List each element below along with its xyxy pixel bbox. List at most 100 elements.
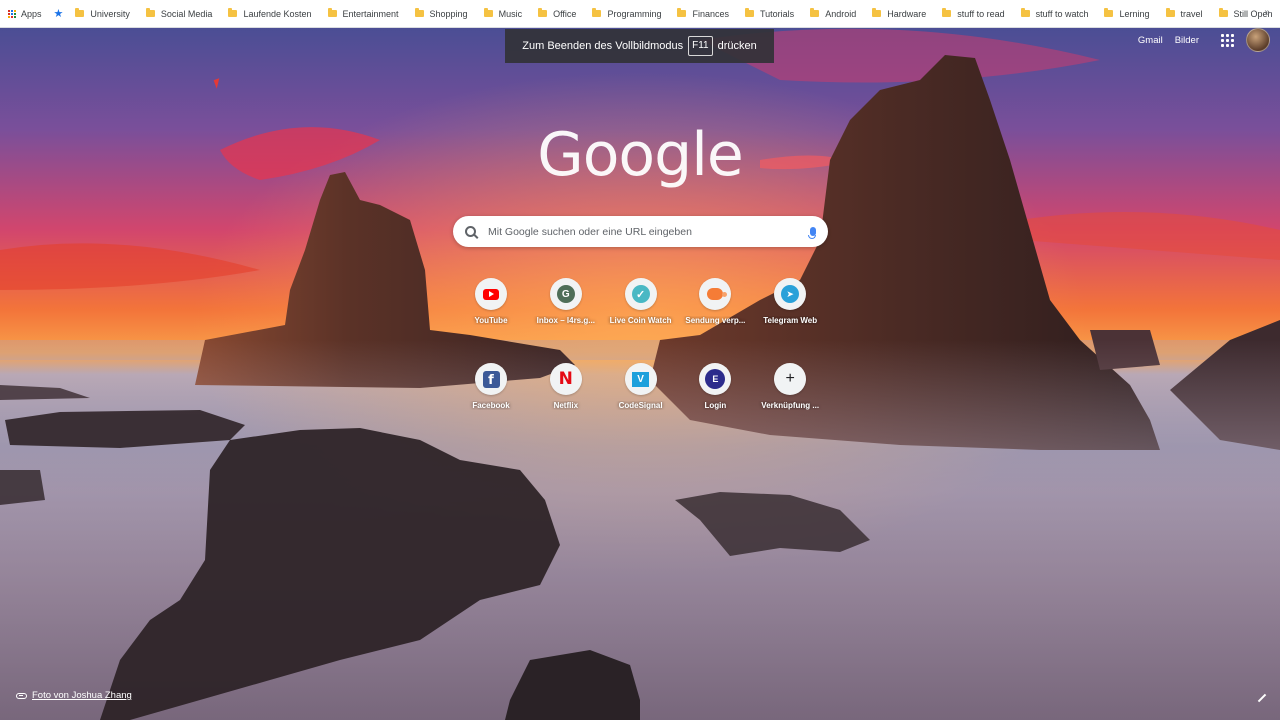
bookmark-folder[interactable]: Lerning	[1104, 0, 1150, 28]
toast-text-before: Zum Beenden des Vollbildmodus	[522, 40, 684, 52]
link-icon	[16, 692, 27, 699]
shortcut-icon-circle: V	[624, 363, 657, 395]
bookmark-folder-label: Music	[498, 8, 523, 19]
bookmark-folder-label: Android	[825, 8, 857, 19]
search-input[interactable]	[486, 224, 804, 239]
shortcut-icon-circle: G	[549, 278, 582, 310]
shortcut-tile[interactable]: V CodeSignal	[604, 357, 678, 427]
shortcut-label: Netflix	[553, 401, 579, 410]
shortcut-label: Inbox – l4rs.g...	[536, 316, 595, 325]
shortcut-label: YouTube	[474, 316, 508, 325]
folder-icon	[677, 8, 687, 17]
bookmark-folder-label: University	[90, 8, 130, 19]
telegram-icon: ➤	[781, 285, 800, 303]
folder-icon	[1165, 8, 1175, 17]
add-shortcut-icon: +	[785, 370, 795, 387]
shortcut-icon-circle	[699, 278, 732, 310]
bookmark-folder[interactable]: Programming	[592, 0, 661, 28]
bookmark-folder[interactable]: Laufende Kosten	[228, 0, 312, 28]
shortcut-tile[interactable]: Sendung verp...	[678, 272, 752, 342]
account-avatar[interactable]	[1246, 28, 1270, 52]
gmail-inbox-icon: G	[556, 285, 575, 303]
images-link[interactable]: Bilder	[1175, 35, 1199, 46]
bookmark-folder-label: stuff to read	[957, 8, 1005, 19]
shortcut-label: Live Coin Watch	[609, 316, 672, 325]
apps-grid-icon	[8, 9, 16, 18]
f11-key: F11	[688, 36, 713, 56]
star-icon[interactable]: ★	[54, 7, 64, 20]
bookmarks-bar: Apps ★ University Social Media Laufende Ko…	[0, 0, 1280, 28]
shortcut-tile[interactable]: + Verknüpfung ...	[753, 357, 827, 427]
bookmark-folder[interactable]: Tutorials	[745, 0, 794, 28]
shortcut-label: Login	[704, 401, 727, 410]
bookmark-folder[interactable]: travel	[1165, 0, 1203, 28]
shortcut-tile[interactable]: E Login	[678, 357, 752, 427]
bookmark-folder[interactable]: Finances	[677, 0, 729, 28]
shortcut-icon-circle: E	[699, 363, 732, 395]
folder-icon	[872, 8, 882, 17]
google-logo: Google	[537, 120, 744, 190]
folder-icon	[145, 8, 155, 17]
gmail-link[interactable]: Gmail	[1138, 35, 1163, 46]
facebook-icon: f	[482, 370, 500, 388]
bookmark-folder[interactable]: Android	[810, 0, 856, 28]
bookmark-folder-label: Programming	[607, 8, 662, 19]
folder-icon	[1020, 8, 1030, 17]
folder-icon	[1218, 8, 1228, 17]
shortcut-icon-circle: +	[774, 363, 807, 395]
folder-icon	[538, 8, 548, 17]
toast-text-after: drücken	[717, 40, 757, 52]
bookmark-apps-label: Apps	[21, 8, 42, 19]
bookmark-folder[interactable]: Music	[483, 0, 523, 28]
bookmark-folder[interactable]: University	[75, 0, 130, 28]
shortcut-tile[interactable]: f Facebook	[454, 357, 528, 427]
shortcut-label: Telegram Web	[763, 316, 818, 325]
bookmark-folder-label: Social Media	[160, 8, 213, 19]
top-right-links: Gmail Bilder	[1126, 28, 1270, 52]
bookmark-folder-label: Hardware	[887, 8, 927, 19]
shortcut-tile[interactable]: N Netflix	[529, 357, 603, 427]
photo-credit-text: Foto von Joshua Zhang	[32, 690, 132, 701]
shortcut-tile[interactable]: G Inbox – l4rs.g...	[529, 272, 603, 342]
folder-icon	[942, 8, 952, 17]
bookmark-apps[interactable]: Apps	[8, 0, 42, 28]
bookmark-folder-label: Finances	[692, 8, 729, 19]
live-coin-watch-icon: ✓	[631, 285, 650, 303]
bookmark-folder-label: Shopping	[429, 8, 468, 19]
bookmark-folder-label: Entertainment	[342, 8, 399, 19]
bookmark-folder[interactable]: stuff to read	[942, 0, 1005, 28]
shortcut-icon-circle: ✓	[624, 278, 657, 310]
shortcut-icon-circle: f	[475, 363, 507, 395]
shortcut-tile[interactable]: YouTube	[454, 272, 528, 342]
parcel-tracking-icon	[707, 288, 728, 300]
shortcut-label: Sendung verp...	[685, 316, 746, 325]
folder-icon	[810, 8, 820, 17]
bookmark-folder[interactable]: Social Media	[145, 0, 213, 28]
bookmark-folder[interactable]: Hardware	[872, 0, 926, 28]
shortcut-label: Facebook	[472, 401, 510, 410]
folder-icon	[414, 8, 424, 17]
fullscreen-exit-toast: Zum Beenden des Vollbildmodus F11 drücke…	[505, 29, 774, 63]
search-icon	[465, 226, 476, 237]
bookmark-folder[interactable]: Shopping	[414, 0, 468, 28]
bookmark-folder-label: Office	[553, 8, 577, 19]
shortcut-icon-circle: ➤	[774, 278, 807, 310]
shortcut-tile[interactable]: ➤ Telegram Web	[753, 272, 827, 342]
login-icon: E	[705, 369, 726, 389]
search-box[interactable]	[453, 216, 828, 247]
folder-icon	[228, 8, 238, 17]
bookmark-folder[interactable]: stuff to watch	[1020, 0, 1088, 28]
photo-credit-link[interactable]: Foto von Joshua Zhang	[16, 690, 132, 701]
bookmark-folder[interactable]: Entertainment	[327, 0, 399, 28]
bookmarks-overflow-chevron-icon[interactable]: »	[1264, 7, 1270, 18]
folder-icon	[75, 8, 85, 17]
bookmark-folder-label: Tutorials	[760, 8, 795, 19]
folder-icon	[483, 8, 493, 17]
shortcut-tile[interactable]: ✓ Live Coin Watch	[604, 272, 678, 342]
folder-icon	[327, 8, 337, 17]
bookmark-folder-label: travel	[1180, 8, 1203, 19]
bookmark-folder-label: Laufende Kosten	[243, 8, 312, 19]
google-apps-icon[interactable]	[1221, 33, 1234, 47]
bookmark-folder[interactable]: Office	[538, 0, 576, 28]
microphone-icon[interactable]	[808, 227, 816, 239]
